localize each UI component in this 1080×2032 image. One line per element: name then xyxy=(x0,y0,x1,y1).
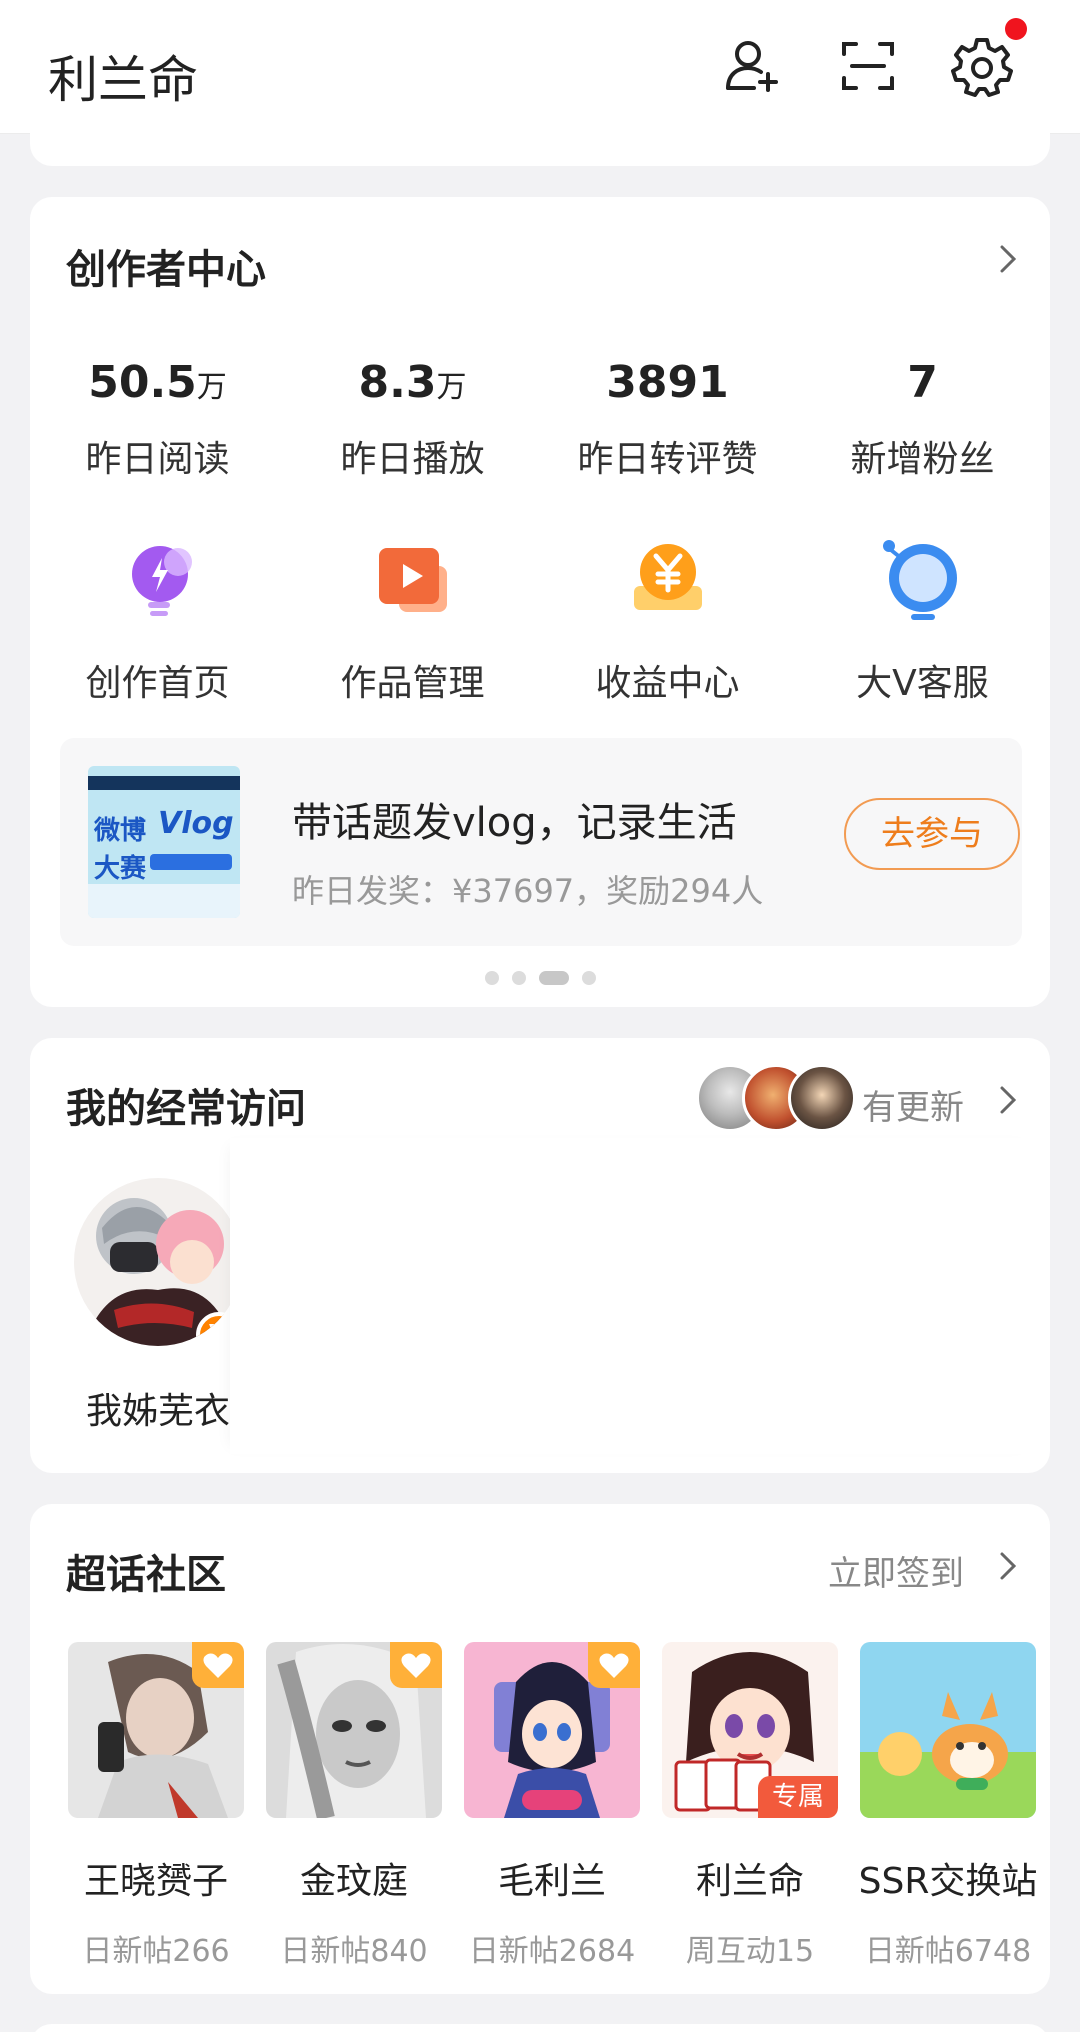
tool-label: 创作首页 xyxy=(85,663,230,704)
frequent-visits-chevron-icon[interactable] xyxy=(994,1080,1022,1120)
user-name: 我姊芜衣 xyxy=(85,1391,230,1432)
profile-name-title: 利兰命 xyxy=(48,51,198,109)
thumbnail-text: Vlog xyxy=(158,806,234,841)
next-card-top xyxy=(30,2024,1050,2032)
topic-item[interactable]: SSR交换站 日新帖6748 xyxy=(858,1642,1038,1970)
vlog-contest-thumbnail: 微博 Vlog 大赛 xyxy=(88,766,240,918)
banner-title: 带话题发vlog，记录生活 xyxy=(292,800,737,846)
notification-dot xyxy=(1005,18,1027,40)
topic-stat: 周互动15 xyxy=(685,1934,815,1969)
tool-vip-support[interactable]: 大V客服 xyxy=(795,532,1050,706)
previous-card-bottom xyxy=(30,110,1050,166)
stat-yesterday-engagement[interactable]: 3891 昨日转评赞 xyxy=(540,357,795,482)
topic-name: 王晓赟子 xyxy=(83,1861,228,1902)
liked-heart-icon xyxy=(390,1642,442,1688)
stat-new-followers[interactable]: 7 新增粉丝 xyxy=(795,357,1050,482)
stat-unit: 万 xyxy=(196,370,227,405)
thumbnail-text: 大赛 xyxy=(94,854,147,884)
stat-value: 7 xyxy=(907,357,938,408)
topic-item[interactable]: 金玟庭 日新帖840 xyxy=(264,1642,444,1970)
vlog-campaign-banner[interactable]: 微博 Vlog 大赛 带话题发vlog，记录生活 昨日发奖：¥37697，奖励2… xyxy=(60,738,1022,946)
topic-stat: 日新帖6748 xyxy=(864,1934,1032,1969)
support-headset-icon xyxy=(875,532,971,628)
stat-yesterday-plays[interactable]: 8.3万 昨日播放 xyxy=(285,357,540,482)
updated-avatars[interactable] xyxy=(696,1064,856,1134)
stat-value: 3891 xyxy=(606,357,729,408)
thumbnail-top-bar xyxy=(88,776,240,790)
stat-yesterday-reads[interactable]: 50.5万 昨日阅读 xyxy=(30,357,285,482)
tool-works-management[interactable]: 作品管理 xyxy=(285,532,540,706)
liked-heart-icon xyxy=(192,1642,244,1688)
works-play-icon xyxy=(365,532,461,628)
stat-value: 50.5 xyxy=(88,357,197,408)
frequent-user-item[interactable]: V 我姊芜衣 xyxy=(68,1178,248,1434)
topic-cover xyxy=(68,1642,244,1818)
checkin-now-link[interactable]: 立即签到 xyxy=(828,1546,964,1595)
creator-stats: 50.5万 昨日阅读 8.3万 昨日播放 3891 昨日转评赞 7 新增粉丝 xyxy=(30,357,1050,497)
stat-value: 8.3 xyxy=(358,357,437,408)
stat-label: 昨日转评赞 xyxy=(577,439,758,480)
creator-center-title: 创作者中心 xyxy=(66,247,266,293)
super-topic-title: 超话社区 xyxy=(66,1552,226,1598)
topic-item[interactable]: 专属 利兰命 周互动15 xyxy=(660,1642,840,1970)
add-friend-icon[interactable] xyxy=(720,34,784,98)
page-dot xyxy=(485,971,499,985)
topic-item[interactable]: 毛利兰 日新帖2684 xyxy=(462,1642,642,1970)
super-topic-card: 超话社区 立即签到 王晓赟子 日新帖266 金玟庭 日新帖840 毛利兰 日新帖… xyxy=(30,1504,1050,1994)
super-topic-chevron-icon[interactable] xyxy=(994,1546,1022,1586)
topic-stat: 日新帖266 xyxy=(82,1934,230,1969)
exclusive-tag: 专属 xyxy=(758,1776,838,1818)
topic-item[interactable]: 王晓赟子 日新帖266 xyxy=(66,1642,246,1970)
tool-label: 作品管理 xyxy=(340,663,485,704)
topic-cover xyxy=(266,1642,442,1818)
frequent-visits-card: 我的经常访问 有更新 V 我姊芜衣 xyxy=(30,1038,1050,1473)
thumbnail-footer xyxy=(88,884,240,918)
creator-center-chevron-icon[interactable] xyxy=(994,239,1022,279)
user-avatar: V xyxy=(74,1178,242,1346)
thumbnail-pill xyxy=(150,854,232,870)
page-dot xyxy=(512,971,526,985)
tool-income-center[interactable]: 收益中心 xyxy=(540,532,795,706)
page-dot-active xyxy=(539,971,569,985)
tool-label: 大V客服 xyxy=(856,663,989,704)
topic-cover xyxy=(464,1642,640,1818)
stat-unit: 万 xyxy=(436,370,467,405)
tool-label: 收益中心 xyxy=(595,663,740,704)
banner-page-indicator xyxy=(30,969,1050,985)
banner-subtitle: 昨日发奖：¥37697，奖励294人 xyxy=(292,872,764,910)
topic-stat: 日新帖2684 xyxy=(468,1934,636,1969)
frequent-visits-title: 我的经常访问 xyxy=(66,1086,306,1132)
income-coin-icon xyxy=(620,532,716,628)
tool-creator-home[interactable]: 创作首页 xyxy=(30,532,285,706)
topic-name: SSR交换站 xyxy=(858,1861,1038,1902)
join-button[interactable]: 去参与 xyxy=(844,798,1020,870)
topic-name: 金玟庭 xyxy=(299,1861,408,1902)
has-update-text[interactable]: 有更新 xyxy=(862,1080,964,1129)
topic-stat: 日新帖840 xyxy=(280,1934,428,1969)
avatar xyxy=(788,1064,856,1132)
topic-name: 利兰命 xyxy=(695,1861,804,1902)
topic-name: 毛利兰 xyxy=(497,1861,606,1902)
stat-label: 昨日播放 xyxy=(340,439,485,480)
page-dot xyxy=(582,971,596,985)
stat-label: 新增粉丝 xyxy=(850,439,995,480)
thumbnail-text: 微博 xyxy=(94,816,147,846)
topic-cover xyxy=(860,1642,1036,1818)
scan-icon[interactable] xyxy=(836,34,900,98)
topic-cover: 专属 xyxy=(662,1642,838,1818)
liked-heart-icon xyxy=(588,1642,640,1688)
creator-center-card: 创作者中心 50.5万 昨日阅读 8.3万 昨日播放 3891 昨日转评赞 7 … xyxy=(30,197,1050,1007)
visits-empty-area xyxy=(230,1138,1038,1454)
stat-label: 昨日阅读 xyxy=(85,439,230,480)
settings-gear-icon[interactable] xyxy=(950,34,1014,98)
creator-bulb-icon xyxy=(110,532,206,628)
